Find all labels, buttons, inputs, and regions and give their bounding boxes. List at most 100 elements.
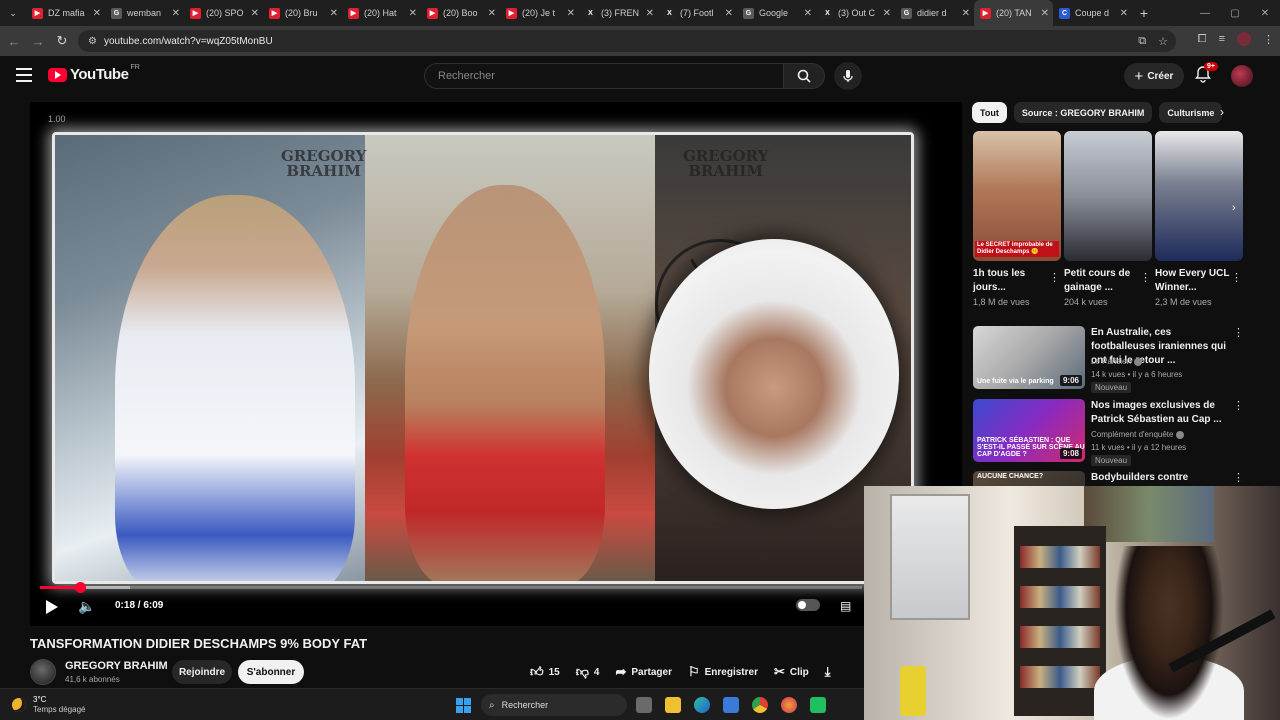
browser-tab[interactable]: ▶ (20) SPO ✕ — [184, 0, 263, 26]
tab-close-icon[interactable]: ✕ — [883, 8, 891, 19]
search-button[interactable] — [783, 63, 825, 89]
browser-tab[interactable]: Gdidier d ✕ — [895, 0, 974, 26]
more-options-icon[interactable]: ⋮ — [1233, 471, 1244, 484]
join-button[interactable]: Rejoindre — [172, 660, 232, 684]
guide-menu-icon[interactable] — [16, 68, 32, 82]
tab-close-icon[interactable]: ✕ — [1041, 8, 1049, 19]
browser-tab[interactable]: G Google ✕ — [737, 0, 816, 26]
recommended-video[interactable]: Une fuite via le parking 9:06 En Australie… — [973, 326, 1245, 393]
filter-chip[interactable]: Source : GREGORY BRAHIM — [1013, 102, 1153, 123]
media-icon[interactable]: ≡ — [1219, 33, 1225, 45]
browser-menu-icon[interactable]: ⋮ — [1263, 33, 1274, 46]
video-channel-name[interactable]: Le Parisien — [1091, 357, 1143, 366]
subtitles-icon[interactable]: ▤ — [840, 599, 851, 613]
tab-close-icon[interactable]: ✕ — [172, 8, 180, 19]
browser-tab[interactable]: ▶ (20) Hat ✕ — [342, 0, 421, 26]
more-options-icon[interactable]: ⋮ — [1233, 399, 1244, 412]
browser-tab[interactable]: C Coupe d ✕ — [1053, 0, 1132, 26]
chevron-right-icon[interactable]: › — [1220, 105, 1224, 119]
short-title[interactable]: 1h tous les jours... — [973, 267, 1049, 295]
video-thumbnail[interactable]: Une fuite via le parking 9:06 — [973, 326, 1085, 389]
short-card[interactable]: Le SECRET improbable de Didier Deschamps… — [973, 131, 1061, 307]
short-title[interactable]: How Every UCL Winner... — [1155, 267, 1231, 295]
back-icon[interactable]: ← — [2, 34, 26, 49]
play-icon[interactable] — [46, 600, 58, 614]
weather-widget[interactable]: 3°C Temps dégagé — [12, 695, 85, 715]
notifications-button[interactable]: 9+ — [1194, 62, 1218, 85]
shorts-next-icon[interactable]: › — [1232, 202, 1246, 216]
short-card[interactable]: How Every UCL Winner... 2,3 M de vues ⋮ — [1155, 131, 1243, 307]
channel-avatar[interactable] — [30, 659, 56, 685]
browser-tab[interactable]: X (3) Out C ✕ — [816, 0, 895, 26]
clip-button[interactable]: ✂ Clip — [766, 660, 817, 684]
taskbar-search[interactable]: ⌕ Rechercher — [481, 694, 627, 716]
tab-close-icon[interactable]: ✕ — [1120, 8, 1128, 19]
green-app-icon[interactable] — [810, 697, 826, 713]
short-thumbnail[interactable] — [1155, 131, 1243, 261]
more-options-icon[interactable]: ⋮ — [1231, 271, 1242, 284]
short-thumbnail[interactable] — [1064, 131, 1152, 261]
close-window-icon[interactable]: ✕ — [1250, 8, 1280, 19]
tab-close-icon[interactable]: ✕ — [646, 8, 654, 19]
tab-close-icon[interactable]: ✕ — [251, 8, 259, 19]
video-frame[interactable]: GREGORY BRAHIM GREGORY BRAHIM — [52, 132, 914, 584]
edge-icon[interactable] — [694, 697, 710, 713]
short-title[interactable]: Petit cours de gainage ... — [1064, 267, 1140, 295]
site-info-icon[interactable]: ⚙ — [88, 36, 97, 47]
tab-close-icon[interactable]: ✕ — [567, 8, 575, 19]
windows-start-icon[interactable] — [456, 698, 471, 713]
more-options-icon[interactable]: ⋮ — [1140, 271, 1151, 284]
create-button[interactable]: + Créer — [1124, 63, 1184, 89]
filter-chip[interactable]: Culturisme — [1159, 102, 1223, 123]
more-options-icon[interactable]: ⋮ — [1233, 326, 1244, 339]
autoplay-toggle[interactable] — [796, 599, 820, 611]
forward-icon[interactable]: → — [26, 34, 50, 49]
short-card[interactable]: Petit cours de gainage ... 204 k vues ⋮ — [1064, 131, 1152, 307]
recommended-video[interactable]: PATRICK SÉBASTIEN : QUE S'EST-IL PASSÉ S… — [973, 399, 1245, 466]
browser-tab[interactable]: ▶ DZ mafia ✕ — [26, 0, 105, 26]
video-player[interactable]: 1.00 GREGORY BRAHIM GREGORY BRAHIM 🔈 0:18 … — [30, 102, 962, 626]
video-thumbnail[interactable]: PATRICK SÉBASTIEN : QUE S'EST-IL PASSÉ S… — [973, 399, 1085, 462]
tab-close-icon[interactable]: ✕ — [962, 8, 970, 19]
browser-tab[interactable]: X (3) FREN ✕ — [579, 0, 658, 26]
store-icon[interactable] — [723, 697, 739, 713]
tab-search-menu-icon[interactable]: ⌄ — [0, 0, 26, 26]
profile-avatar[interactable] — [1237, 32, 1251, 46]
browser-tab[interactable]: ▶ (20) Je t ✕ — [500, 0, 579, 26]
browser-tab[interactable]: ▶ (20) Boo ✕ — [421, 0, 500, 26]
chrome-icon[interactable] — [752, 697, 768, 713]
search-input[interactable]: Rechercher — [424, 63, 784, 89]
share-button[interactable]: ➦ Partager — [607, 660, 679, 684]
video-title-link[interactable]: Nos images exclusives de Patrick Sébasti… — [1091, 399, 1229, 427]
tab-close-icon[interactable]: ✕ — [93, 8, 101, 19]
install-app-icon[interactable]: ⧉ — [1138, 35, 1146, 48]
youtube-logo[interactable]: YouTube FR — [48, 64, 140, 83]
voice-search-button[interactable] — [834, 62, 862, 90]
extensions-icon[interactable]: ⧠ — [1198, 33, 1207, 46]
tab-close-icon[interactable]: ✕ — [725, 8, 733, 19]
firefox-icon[interactable] — [781, 697, 797, 713]
short-thumbnail[interactable]: Le SECRET improbable de Didier Deschamps… — [973, 131, 1061, 261]
like-button[interactable]: 👍︎ 15 — [522, 660, 568, 684]
maximize-icon[interactable]: ▢ — [1220, 8, 1250, 19]
tab-close-icon[interactable]: ✕ — [330, 8, 338, 19]
tab-close-icon[interactable]: ✕ — [409, 8, 417, 19]
new-tab-button[interactable]: + — [1132, 5, 1156, 21]
browser-tab[interactable]: X (7) Footl ✕ — [658, 0, 737, 26]
tab-close-icon[interactable]: ✕ — [804, 8, 812, 19]
dislike-button[interactable]: 👎︎ 4 — [568, 660, 608, 684]
bookmark-star-icon[interactable]: ☆ — [1158, 35, 1168, 48]
file-explorer-icon[interactable] — [665, 697, 681, 713]
reload-icon[interactable]: ↻ — [50, 33, 74, 49]
save-button[interactable]: ⚐ Enregistrer — [680, 660, 766, 684]
browser-tab[interactable]: Gwemban ✕ — [105, 0, 184, 26]
account-avatar[interactable] — [1231, 65, 1253, 87]
download-button[interactable]: ⤓ — [817, 660, 844, 684]
channel-name[interactable]: GREGORY BRAHIM — [65, 660, 168, 672]
video-channel-name[interactable]: Complément d'enquête — [1091, 430, 1185, 439]
progress-bar[interactable] — [40, 582, 862, 593]
browser-tab[interactable]: ▶ (20) Bru ✕ — [263, 0, 342, 26]
tab-close-icon[interactable]: ✕ — [488, 8, 496, 19]
scrubber-knob[interactable] — [75, 582, 87, 593]
browser-tab[interactable]: ▶ (20) TAN ✕ — [974, 0, 1053, 26]
